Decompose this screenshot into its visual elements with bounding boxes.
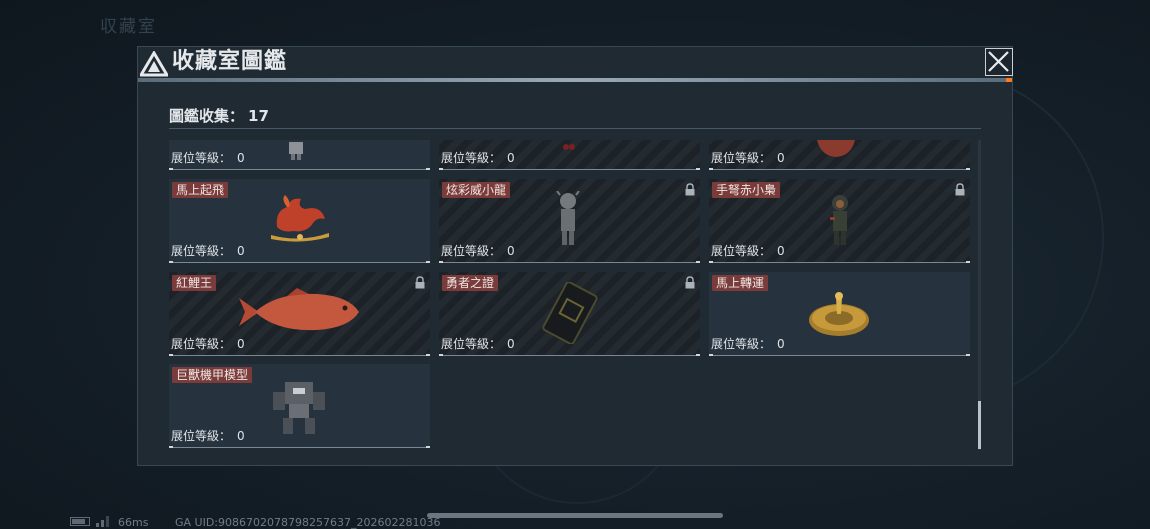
signal-icon [96, 516, 109, 527]
dialog-header: 收藏室圖鑑 [138, 47, 1013, 82]
collection-label: 圖鑑收集： [169, 107, 245, 125]
collection-card[interactable]: 紅鯉王 展位等級： 0 [169, 272, 430, 356]
collection-card[interactable]: 展位等級： 0 [169, 140, 430, 170]
divider [169, 128, 981, 129]
carp-fish-icon [239, 288, 359, 331]
card-level: 展位等級： 0 [171, 149, 245, 166]
card-name-tag: 勇者之證 [442, 275, 499, 291]
level-value: 0 [777, 337, 785, 351]
collection-grid[interactable]: 展位等級： 0 展位等級： 0 展位等級： 0 馬上起飛 展位等級： 0 炫彩威… [169, 140, 974, 455]
card-name-tag: 紅鯉王 [172, 275, 217, 291]
level-label: 展位等級： [711, 244, 772, 258]
level-value: 0 [237, 337, 245, 351]
robot-figure-icon [289, 142, 303, 160]
owl-figure-icon [830, 195, 848, 245]
level-value: 0 [507, 151, 515, 165]
collection-card[interactable]: 手弩赤小梟 展位等級： 0 [709, 179, 970, 263]
lock-icon [955, 183, 965, 196]
scrollbar-thumb[interactable] [978, 401, 981, 449]
lock-icon [415, 276, 425, 289]
background-title: 収藏室 [100, 17, 157, 37]
figure-icon [563, 144, 575, 150]
level-label: 展位等級： [171, 244, 232, 258]
header-divider [138, 78, 1012, 82]
vase-icon [817, 140, 855, 157]
badge-card-icon [542, 282, 598, 344]
level-value: 0 [777, 244, 785, 258]
card-level: 展位等級： 0 [711, 242, 785, 259]
horse-figure-icon [271, 195, 329, 242]
collection-card[interactable]: 巨獸機甲模型 展位等級： 0 [169, 364, 430, 448]
card-level: 展位等級： 0 [171, 427, 245, 444]
level-value: 0 [777, 151, 785, 165]
card-name-tag: 馬上轉運 [712, 275, 769, 291]
collection-card[interactable]: 馬上轉運 展位等級： 0 [709, 272, 970, 356]
level-label: 展位等級： [441, 244, 502, 258]
card-name-tag: 手弩赤小梟 [712, 182, 781, 198]
card-level: 展位等級： 0 [441, 335, 515, 352]
level-label: 展位等級： [441, 337, 502, 351]
level-value: 0 [507, 244, 515, 258]
level-label: 展位等級： [171, 337, 232, 351]
level-value: 0 [237, 151, 245, 165]
level-value: 0 [237, 244, 245, 258]
level-value: 0 [507, 337, 515, 351]
collection-count: 17 [248, 107, 269, 125]
level-label: 展位等級： [441, 151, 502, 165]
user-uid: GA UID:9086702078798257637_202602281036 [175, 516, 441, 529]
card-level: 展位等級： 0 [171, 242, 245, 259]
battery-icon [70, 517, 90, 526]
card-level: 展位等級： 0 [711, 335, 785, 352]
mecha-model-icon [273, 382, 325, 434]
dialog-title: 收藏室圖鑑 [172, 49, 288, 74]
game-logo-icon [140, 51, 168, 77]
card-level: 展位等級： 0 [171, 335, 245, 352]
collection-count-label: 圖鑑收集： 17 [169, 105, 269, 126]
level-label: 展位等級： [711, 337, 772, 351]
collection-dialog: 收藏室圖鑑 圖鑑收集： 17 展位等級： 0 展位等級： 0 展位等級： 0 馬… [137, 46, 1013, 466]
card-level: 展位等級： 0 [711, 149, 785, 166]
collection-card[interactable]: 馬上起飛 展位等級： 0 [169, 179, 430, 263]
dragon-figure-icon [556, 191, 580, 245]
close-icon [988, 51, 1009, 72]
collection-card[interactable]: 勇者之證 展位等級： 0 [439, 272, 700, 356]
compass-disc-icon [809, 292, 869, 336]
ping-indicator: 66ms [118, 516, 149, 529]
home-indicator[interactable] [427, 513, 723, 518]
collection-card[interactable]: 炫彩威小龍 展位等級： 0 [439, 179, 700, 263]
level-label: 展位等級： [171, 429, 232, 443]
level-label: 展位等級： [171, 151, 232, 165]
card-level: 展位等級： 0 [441, 149, 515, 166]
level-value: 0 [237, 429, 245, 443]
lock-icon [685, 276, 695, 289]
lock-icon [685, 183, 695, 196]
card-name-tag: 巨獸機甲模型 [172, 367, 253, 383]
collection-card[interactable]: 展位等級： 0 [709, 140, 970, 170]
card-level: 展位等級： 0 [441, 242, 515, 259]
level-label: 展位等級： [711, 151, 772, 165]
collection-card[interactable]: 展位等級： 0 [439, 140, 700, 170]
close-button[interactable] [985, 48, 1013, 76]
card-name-tag: 馬上起飛 [172, 182, 229, 198]
card-name-tag: 炫彩威小龍 [442, 182, 511, 198]
